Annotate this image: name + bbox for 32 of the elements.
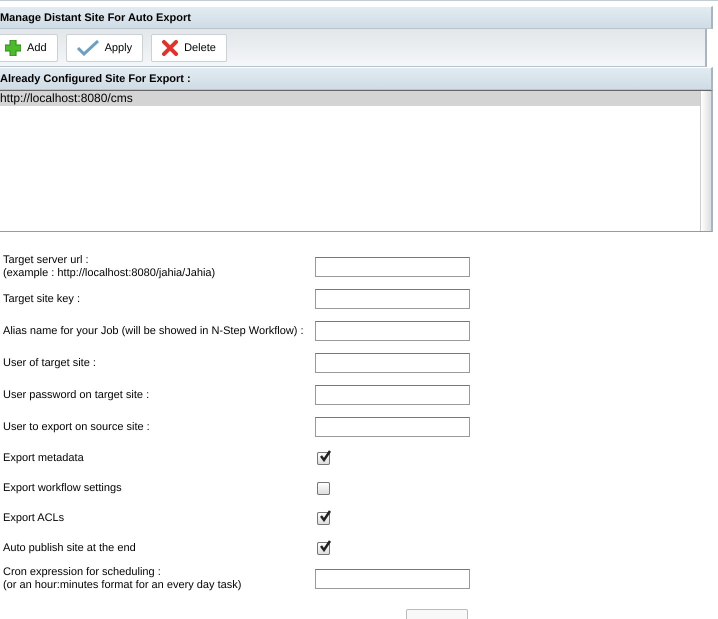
field-label: Target server url : (example : http://localhost:8080/jahia/Jahia) (3, 254, 216, 280)
plus-icon (5, 40, 21, 56)
panel-title: Manage Distant Site For Auto Export (0, 12, 191, 24)
checkbox[interactable] (317, 512, 330, 524)
toolbar-button[interactable]: Apply (66, 34, 144, 62)
scrollbar[interactable] (700, 91, 711, 231)
field-label: Export metadata (3, 452, 85, 464)
section-title: Already Configured Site For Export : (0, 72, 191, 84)
input-field[interactable] (315, 385, 470, 405)
checkbox[interactable] (317, 482, 330, 494)
input-field[interactable] (315, 569, 470, 589)
toolbar-button[interactable]: Delete (151, 34, 227, 62)
checkbox[interactable] (317, 452, 330, 464)
field-label: User password on target site : (3, 388, 150, 402)
field-label: Target site key : (3, 292, 82, 306)
close-icon (162, 40, 178, 56)
input-field[interactable] (315, 321, 470, 341)
input-field[interactable] (315, 289, 470, 309)
input-field[interactable] (315, 353, 470, 373)
toolbar-button[interactable]: Add (0, 34, 58, 62)
field-label: User of target site : (3, 356, 97, 370)
field-label: Alias name for your Job (will be showed in N-Step Workflow) : (3, 324, 305, 338)
input-field[interactable] (315, 417, 470, 437)
field-label: Auto publish site at the end (3, 542, 137, 554)
field-label: User to export on source site : (3, 420, 151, 434)
checkmark-icon (76, 40, 99, 56)
field-label: Export workflow settings (3, 482, 123, 494)
field-label: Cron expression for scheduling : (or an hour:minutes format for an every day task) (3, 566, 242, 592)
checkbox[interactable] (317, 542, 330, 554)
site-list-item[interactable]: http://localhost:8080/cms (0, 91, 700, 106)
field-label: Export ACLs (3, 512, 66, 524)
input-field[interactable] (315, 257, 470, 277)
